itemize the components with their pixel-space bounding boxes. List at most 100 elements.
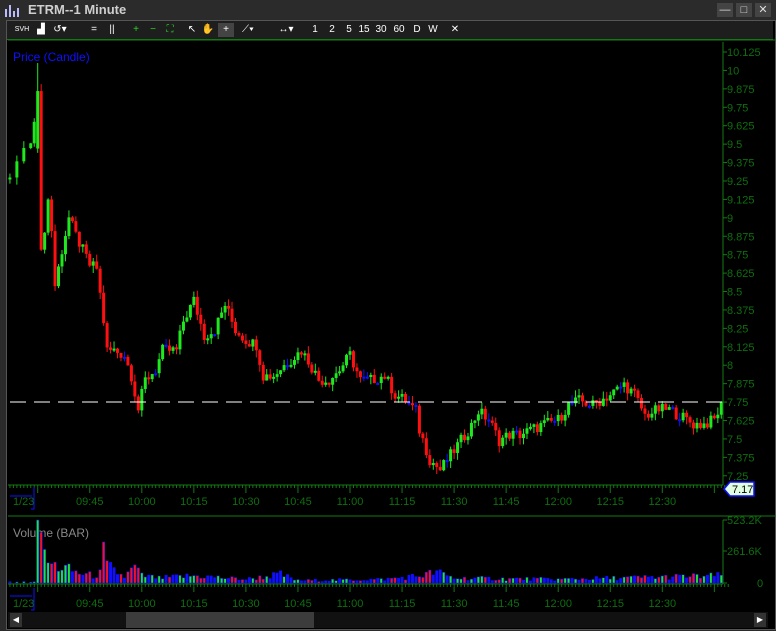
volume-bar [542, 577, 546, 584]
volume-bar [646, 576, 650, 584]
volume-bar [296, 579, 300, 584]
candle [261, 361, 265, 385]
candle-body [70, 217, 74, 222]
volume-bar [161, 578, 165, 584]
candle [369, 372, 373, 385]
candle [615, 384, 619, 391]
candle [633, 384, 637, 398]
candle-body [282, 365, 286, 371]
candle-body [15, 161, 19, 178]
candle-body [664, 403, 668, 410]
candle-body [43, 232, 47, 250]
candle [619, 382, 623, 394]
volume-bar [528, 580, 532, 584]
price-tick-label: 8.5 [727, 287, 742, 299]
volume-bar [622, 576, 626, 584]
candle [546, 411, 550, 422]
chart-canvas[interactable]: Price (Candle) Volume (BAR) 10.125 10 9.87… [0, 0, 776, 631]
price-tick-label: 8.75 [727, 250, 748, 262]
candle-body [508, 432, 512, 439]
volume-bar [449, 575, 453, 584]
price-tick-label: 9.625 [727, 121, 755, 133]
volume-bar [60, 569, 64, 584]
candle-body [615, 386, 619, 390]
volume-bar [136, 567, 140, 584]
candle [636, 388, 640, 403]
candle [709, 411, 713, 430]
horizontal-scrollbar[interactable]: ◀ ▶ [8, 612, 768, 628]
candle-body [63, 236, 67, 255]
candle [476, 410, 480, 426]
candle [216, 317, 220, 340]
volume-bar [671, 576, 675, 584]
volume-bar [619, 578, 623, 584]
volume-bar [53, 562, 57, 584]
candle-body [60, 254, 64, 267]
volume-bar [383, 580, 387, 584]
price-tick-label: 7.75 [727, 397, 748, 409]
candle-body [483, 408, 487, 420]
candle-body [188, 304, 192, 318]
volume-bar [664, 574, 668, 584]
candle-body [202, 323, 206, 340]
candle-body [143, 377, 147, 389]
candle [358, 370, 362, 383]
volume-bar [581, 578, 584, 584]
candle-body [157, 359, 161, 374]
volume-bar [192, 575, 196, 584]
candle-body [345, 354, 349, 366]
volume-time-label: 10:45 [284, 598, 312, 610]
candle [511, 427, 515, 446]
candle [622, 377, 626, 393]
last-price-tag: 7.17 [723, 481, 755, 497]
candle-body [136, 396, 140, 411]
candle-body [88, 253, 92, 266]
volume-bar [178, 575, 182, 584]
volume-bar [22, 581, 26, 584]
candle-body [109, 347, 113, 350]
candle [678, 412, 682, 427]
candle-body [525, 428, 529, 434]
candle-body [629, 388, 633, 394]
candle [129, 363, 133, 386]
price-tick-label: 8.25 [727, 323, 748, 335]
volume-bar [36, 519, 40, 584]
candle-body [400, 393, 404, 397]
candle-body [185, 317, 189, 322]
candle-body [612, 389, 616, 396]
candle-body [688, 417, 692, 423]
price-tick-label: 8 [727, 360, 733, 372]
volume-bar [598, 578, 602, 584]
candle-body [674, 407, 678, 420]
candle [469, 419, 473, 439]
candle-body [393, 393, 397, 399]
candle-body [129, 365, 133, 382]
candle [154, 368, 158, 377]
volume-bar [674, 574, 678, 584]
volume-time-label: 10:00 [128, 598, 156, 610]
volume-bar [254, 579, 258, 584]
volume-bar [310, 580, 314, 584]
candle [202, 319, 206, 344]
price-tick-label: 9.25 [727, 176, 748, 188]
candle [435, 461, 439, 474]
scroll-left-arrow-icon[interactable]: ◀ [10, 613, 22, 627]
volume-bar [175, 574, 178, 584]
candle [719, 401, 723, 419]
candle [487, 413, 491, 428]
volume-bar [608, 578, 612, 584]
candle-body [650, 413, 654, 418]
candle [553, 416, 557, 426]
volume-bar [705, 575, 709, 584]
candle [268, 368, 272, 381]
candle-body [233, 321, 237, 334]
volume-bar [692, 573, 695, 584]
candle-body [681, 412, 685, 421]
candle-body [303, 353, 307, 356]
volume-bar [355, 580, 359, 584]
scroll-right-arrow-icon[interactable]: ▶ [754, 613, 766, 627]
candle-body [622, 382, 626, 387]
candle-body [22, 148, 26, 162]
scrollbar-thumb[interactable] [126, 612, 314, 628]
volume-bar [390, 578, 394, 584]
